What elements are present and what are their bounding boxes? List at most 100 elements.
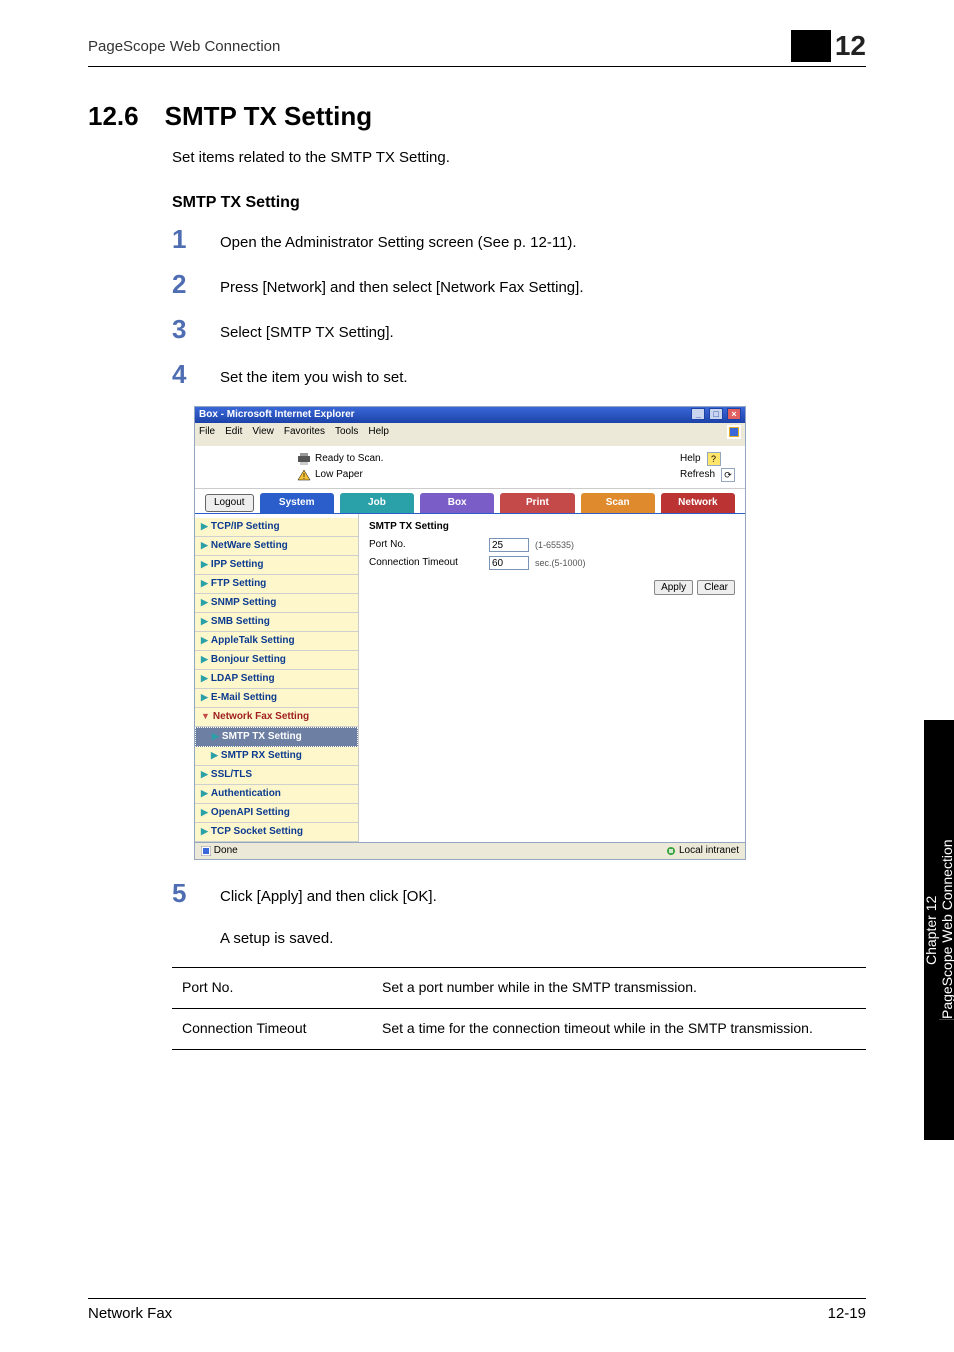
table-row: Connection Timeout Set a time for the co…	[172, 1008, 866, 1049]
triangle-down-icon: ▼	[201, 711, 210, 721]
chapter-side-tab: Chapter 12 PageScope Web Connection	[924, 720, 954, 1140]
tab-job[interactable]: Job	[340, 493, 414, 513]
app-logo	[205, 455, 285, 479]
sidebar-item-label: SMB Setting	[211, 616, 270, 627]
table-val-conn: Set a time for the connection timeout wh…	[372, 1008, 866, 1049]
section-heading: 12.6SMTP TX Setting	[88, 101, 866, 132]
port-input[interactable]	[489, 538, 529, 552]
step-3-text: Select [SMTP TX Setting].	[220, 316, 394, 343]
printer-icon	[297, 453, 311, 465]
sidebar-item-label: TCP/IP Setting	[211, 521, 280, 532]
sidebar-item-tcp-ip-setting[interactable]: ▶TCP/IP Setting	[195, 518, 358, 537]
sidebar-item-netware-setting[interactable]: ▶NetWare Setting	[195, 537, 358, 556]
step-4-text: Set the item you wish to set.	[220, 361, 408, 388]
clear-button[interactable]: Clear	[697, 580, 735, 595]
sidebar-item-label: TCP Socket Setting	[211, 826, 303, 837]
running-head-text: PageScope Web Connection	[88, 38, 280, 55]
sidebar-item-appletalk-setting[interactable]: ▶AppleTalk Setting	[195, 632, 358, 651]
sidebar-item-smtp-tx-setting[interactable]: ▶SMTP TX Setting	[195, 727, 358, 747]
network-sidebar: ▶TCP/IP Setting▶NetWare Setting▶IPP Sett…	[195, 514, 359, 842]
sidebar-item-tcp-socket-setting[interactable]: ▶TCP Socket Setting	[195, 823, 358, 842]
section-title-text: SMTP TX Setting	[165, 101, 373, 131]
statusbar-zone: Local intranet	[666, 844, 739, 858]
sidebar-item-network-fax-setting[interactable]: ▼Network Fax Setting	[195, 708, 358, 727]
sidebar-item-smb-setting[interactable]: ▶SMB Setting	[195, 613, 358, 632]
sidebar-item-openapi-setting[interactable]: ▶OpenAPI Setting	[195, 804, 358, 823]
sidebar-item-label: Network Fax Setting	[213, 711, 309, 722]
logout-button[interactable]: Logout	[205, 494, 254, 512]
help-link[interactable]: Help	[680, 452, 701, 466]
menu-help[interactable]: Help	[368, 425, 389, 444]
step-2-text: Press [Network] and then select [Network…	[220, 271, 584, 298]
maximize-button[interactable]: □	[709, 408, 723, 420]
step-4: 4 Set the item you wish to set.	[172, 361, 866, 388]
menu-view[interactable]: View	[252, 425, 274, 444]
menu-favorites[interactable]: Favorites	[284, 425, 325, 444]
sidebar-item-e-mail-setting[interactable]: ▶E-Mail Setting	[195, 689, 358, 708]
window-title: Box - Microsoft Internet Explorer	[199, 408, 355, 422]
step-1: 1 Open the Administrator Setting screen …	[172, 226, 866, 253]
status-ready-text: Ready to Scan.	[315, 452, 383, 466]
chapter-square	[791, 30, 831, 62]
ie-statusbar: Done Local intranet	[195, 842, 745, 859]
tab-network[interactable]: Network	[661, 493, 735, 513]
refresh-icon[interactable]: ⟳	[721, 468, 735, 482]
triangle-right-icon: ▶	[212, 731, 219, 741]
triangle-right-icon: ▶	[201, 654, 208, 664]
apply-button[interactable]: Apply	[654, 580, 693, 595]
sidebar-item-ftp-setting[interactable]: ▶FTP Setting	[195, 575, 358, 594]
help-icon[interactable]: ?	[707, 452, 721, 466]
statusbar-done: Done	[201, 844, 238, 858]
triangle-right-icon: ▶	[201, 578, 208, 588]
tab-system[interactable]: System	[260, 493, 334, 513]
browser-window: Box - Microsoft Internet Explorer _ □ × …	[194, 406, 746, 860]
menubar: File Edit View Favorites Tools Help	[195, 423, 745, 446]
sidebar-item-bonjour-setting[interactable]: ▶Bonjour Setting	[195, 651, 358, 670]
footer-right: 12-19	[828, 1305, 866, 1322]
connection-timeout-input[interactable]	[489, 556, 529, 570]
sidebar-item-label: SSL/TLS	[211, 769, 252, 780]
sidebar-item-label: AppleTalk Setting	[211, 635, 295, 646]
sidebar-item-snmp-setting[interactable]: ▶SNMP Setting	[195, 594, 358, 613]
refresh-link[interactable]: Refresh	[680, 468, 715, 482]
sidebar-item-label: Bonjour Setting	[211, 654, 286, 665]
window-titlebar[interactable]: Box - Microsoft Internet Explorer _ □ ×	[195, 407, 745, 423]
tab-row: Logout System Job Box Print Scan Network	[195, 489, 745, 513]
sidebar-item-ldap-setting[interactable]: ▶LDAP Setting	[195, 670, 358, 689]
sidebar-item-label: SNMP Setting	[211, 597, 276, 608]
step-1-text: Open the Administrator Setting screen (S…	[220, 226, 577, 253]
sidebar-item-label: SMTP RX Setting	[221, 750, 302, 761]
step-1-number: 1	[172, 226, 220, 252]
sidebar-item-authentication[interactable]: ▶Authentication	[195, 785, 358, 804]
sidebar-item-label: NetWare Setting	[211, 540, 288, 551]
minimize-button[interactable]: _	[691, 408, 705, 420]
status-lowpaper-text: Low Paper	[315, 468, 363, 482]
sidebar-item-ssl-tls[interactable]: ▶SSL/TLS	[195, 766, 358, 785]
port-hint: (1-65535)	[535, 539, 574, 552]
chapter-number: 12	[835, 30, 866, 62]
tab-print[interactable]: Print	[500, 493, 574, 513]
sidebar-item-smtp-rx-setting[interactable]: ▶SMTP RX Setting	[195, 747, 358, 766]
triangle-right-icon: ▶	[201, 540, 208, 550]
tab-box[interactable]: Box	[420, 493, 494, 513]
sidebar-item-label: SMTP TX Setting	[222, 731, 302, 742]
step-5-number: 5	[172, 880, 220, 906]
footer-left: Network Fax	[88, 1305, 172, 1322]
triangle-right-icon: ▶	[201, 616, 208, 626]
triangle-right-icon: ▶	[201, 521, 208, 531]
menu-file[interactable]: File	[199, 425, 215, 444]
step-5-text: Click [Apply] and then click [OK].	[220, 888, 437, 905]
menu-tools[interactable]: Tools	[335, 425, 358, 444]
side-tab-title: PageScope Web Connection	[939, 840, 954, 1021]
triangle-right-icon: ▶	[201, 692, 208, 702]
table-val-port: Set a port number while in the SMTP tran…	[372, 968, 866, 1009]
close-button[interactable]: ×	[727, 408, 741, 420]
sidebar-item-ipp-setting[interactable]: ▶IPP Setting	[195, 556, 358, 575]
sidebar-item-label: LDAP Setting	[211, 673, 275, 684]
settings-description-table: Port No. Set a port number while in the …	[172, 967, 866, 1049]
triangle-right-icon: ▶	[201, 807, 208, 817]
tab-scan[interactable]: Scan	[581, 493, 655, 513]
sidebar-item-label: IPP Setting	[211, 559, 264, 570]
menu-edit[interactable]: Edit	[225, 425, 242, 444]
step-4-number: 4	[172, 361, 220, 387]
